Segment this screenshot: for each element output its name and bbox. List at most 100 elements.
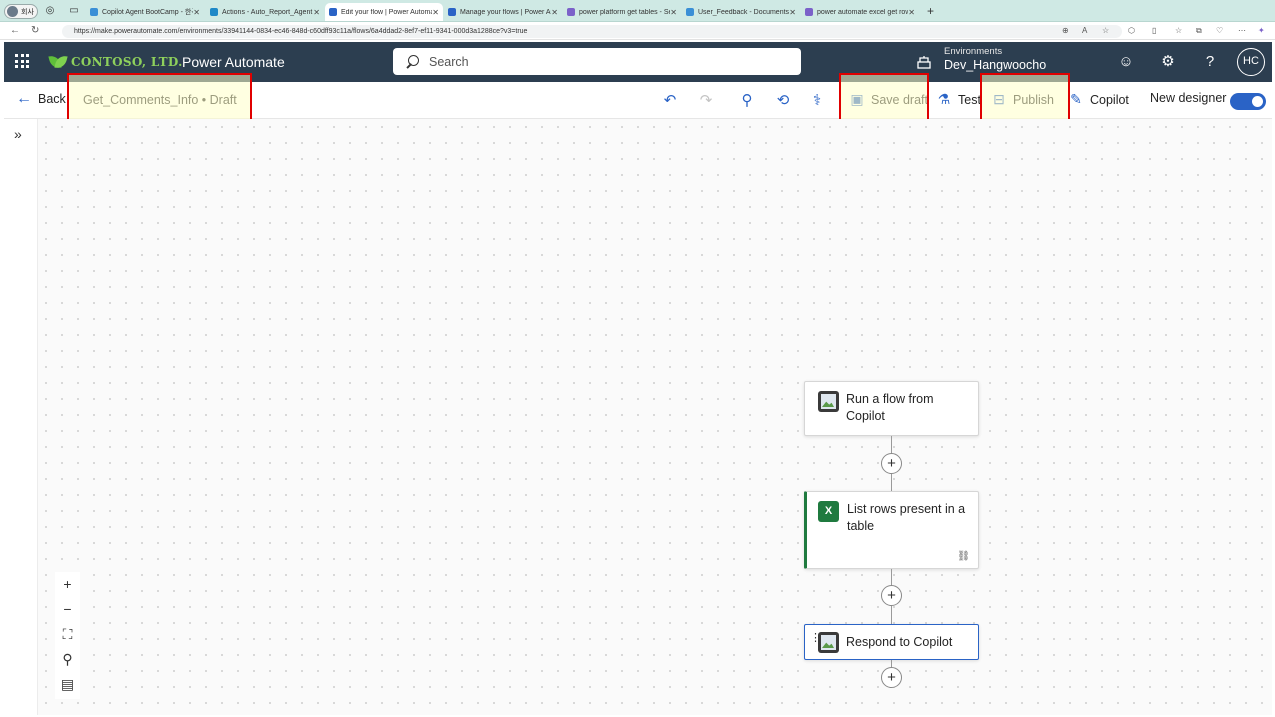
zoom-in-icon[interactable]: +: [55, 572, 80, 597]
workspaces-icon[interactable]: ◎: [44, 5, 56, 17]
redo-icon[interactable]: ↷: [696, 91, 716, 111]
zoom-icon[interactable]: ⊕: [1062, 26, 1069, 35]
minimap-icon[interactable]: ▤: [55, 672, 80, 697]
connection-link-icon[interactable]: ⛓: [957, 551, 970, 562]
app-header: CONTOSO, LTD. Power Automate Environment…: [4, 42, 1272, 82]
close-tab-icon[interactable]: ✕: [908, 8, 915, 17]
flow-checker-icon[interactable]: ⚲: [737, 91, 757, 111]
close-tab-icon[interactable]: ✕: [789, 8, 796, 17]
add-step-icon[interactable]: +: [881, 453, 902, 474]
app-name[interactable]: Power Automate: [182, 54, 285, 70]
back-label: Back: [38, 92, 66, 106]
close-tab-icon[interactable]: ✕: [432, 8, 439, 17]
health-stethoscope-icon[interactable]: ⚕: [807, 91, 827, 111]
settings-gear-icon[interactable]: ⚙: [1158, 52, 1178, 72]
version-history-icon[interactable]: ⟲: [773, 91, 793, 111]
new-designer-toggle[interactable]: [1230, 93, 1266, 110]
environment-picker[interactable]: Environments Dev_Hangwoocho: [944, 46, 1046, 72]
tab-label: User_Feedback - Documents -: [698, 8, 790, 16]
company-logo[interactable]: CONTOSO, LTD.: [50, 51, 183, 73]
tab-favicon: [210, 8, 218, 16]
browser-tab[interactable]: User_Feedback - Documents - ✕: [682, 3, 800, 21]
profile-label: 회사: [21, 8, 34, 16]
search-input[interactable]: [429, 54, 769, 69]
browser-tab[interactable]: power platform get tables - Sea ✕: [563, 3, 681, 21]
test-button[interactable]: ⚗ Test: [936, 91, 981, 108]
search-box[interactable]: [393, 48, 801, 75]
copilot-icon: ✎: [1070, 91, 1082, 107]
split-screen-icon[interactable]: ▯: [1152, 26, 1156, 35]
extensions-icon[interactable]: ⬡: [1128, 26, 1135, 35]
browser-tab-active[interactable]: Edit your flow | Power Automate ✕: [325, 3, 443, 21]
tab-favicon: [329, 8, 337, 16]
node-title: Run a flow from Copilot: [846, 392, 934, 423]
save-icon: ▣: [850, 91, 864, 107]
tab-favicon: [90, 8, 98, 16]
connector-line: [891, 606, 892, 625]
publish-label: Publish: [1013, 92, 1054, 107]
save-draft-button[interactable]: ▣ Save draft: [849, 91, 928, 108]
add-step-icon[interactable]: +: [881, 585, 902, 606]
new-designer-label: New designer: [1150, 91, 1227, 105]
zoom-out-icon[interactable]: −: [55, 597, 80, 622]
feedback-smiley-icon[interactable]: ☺: [1116, 52, 1136, 72]
node-title: Respond to Copilot: [846, 635, 953, 649]
copilot-label: Copilot: [1090, 92, 1129, 107]
flow-title[interactable]: Get_Comments_Info • Draft: [83, 93, 237, 107]
close-tab-icon[interactable]: ✕: [313, 8, 320, 17]
copilot-button[interactable]: ✎ Copilot: [1068, 91, 1129, 108]
connector-line: [891, 436, 892, 454]
copilot-browser-icon[interactable]: ✦: [1258, 26, 1265, 35]
tab-label: Actions - Auto_Report_Agent |: [222, 8, 314, 16]
undo-icon[interactable]: ↶: [660, 91, 680, 111]
close-tab-icon[interactable]: ✕: [670, 8, 677, 17]
save-draft-label: Save draft: [871, 92, 928, 107]
close-tab-icon[interactable]: ✕: [193, 8, 200, 17]
publish-icon: ⊟: [993, 91, 1005, 107]
new-tab-icon[interactable]: +: [927, 4, 934, 18]
profile-button[interactable]: 회사: [4, 4, 38, 19]
read-aloud-icon[interactable]: A: [1082, 26, 1087, 35]
action-card-selected[interactable]: ⋮ Respond to Copilot: [804, 624, 979, 660]
tab-label: Manage your flows | Power Aut: [460, 8, 552, 16]
tab-label: Edit your flow | Power Automate: [341, 8, 433, 16]
help-icon[interactable]: ?: [1200, 52, 1220, 72]
action-card[interactable]: X List rows present in a table ⛓: [804, 491, 979, 569]
trigger-card[interactable]: Run a flow from Copilot: [804, 381, 979, 436]
collections-icon[interactable]: ⧉: [1196, 26, 1202, 36]
publish-button[interactable]: ⊟ Publish: [991, 91, 1054, 108]
flow-canvas[interactable]: [38, 119, 1272, 715]
favorites-icon[interactable]: ☆: [1175, 26, 1182, 35]
fit-view-icon[interactable]: ⛶: [55, 622, 80, 647]
image-placeholder-icon: [818, 391, 839, 412]
add-step-icon[interactable]: +: [881, 667, 902, 688]
browser-tab[interactable]: Copilot Agent BootCamp - 한국 ✕: [86, 3, 204, 21]
favorite-star-icon[interactable]: ☆: [1102, 26, 1109, 35]
command-bar: ← Back Get_Comments_Info • Draft ↶ ↷ ⚲ ⟲…: [4, 82, 1272, 119]
tab-actions-icon[interactable]: ▭: [68, 5, 80, 17]
connector-line: [891, 474, 892, 491]
node-title: List rows present in a table: [847, 502, 966, 533]
browser-essentials-icon[interactable]: ♡: [1216, 26, 1223, 35]
close-tab-icon[interactable]: ✕: [551, 8, 558, 17]
tab-label: power platform get tables - Sea: [579, 8, 671, 16]
tab-label: power automate excel get rows: [817, 8, 909, 16]
tab-favicon: [448, 8, 456, 16]
refresh-icon[interactable]: ↻: [31, 25, 39, 36]
back-arrow-icon[interactable]: ←: [10, 25, 20, 36]
search-canvas-icon[interactable]: ⚲: [55, 647, 80, 672]
more-icon[interactable]: ⋯: [1238, 26, 1246, 35]
user-avatar[interactable]: HC: [1237, 48, 1265, 76]
expand-panel-icon[interactable]: »: [14, 126, 22, 142]
tab-favicon: [567, 8, 575, 16]
environment-label: Environments: [944, 46, 1003, 57]
app-launcher-icon[interactable]: [15, 54, 29, 68]
connector-line: [891, 569, 892, 586]
browser-tab[interactable]: Manage your flows | Power Aut ✕: [444, 3, 562, 21]
url-input[interactable]: https://make.powerautomate.com/environme…: [62, 25, 1122, 38]
environment-icon[interactable]: [916, 54, 932, 70]
tab-label: Copilot Agent BootCamp - 한국: [102, 9, 194, 16]
browser-tab[interactable]: Actions - Auto_Report_Agent | ✕: [206, 3, 324, 21]
back-button[interactable]: ← Back: [16, 91, 66, 107]
browser-tab[interactable]: power automate excel get rows ✕: [801, 3, 919, 21]
